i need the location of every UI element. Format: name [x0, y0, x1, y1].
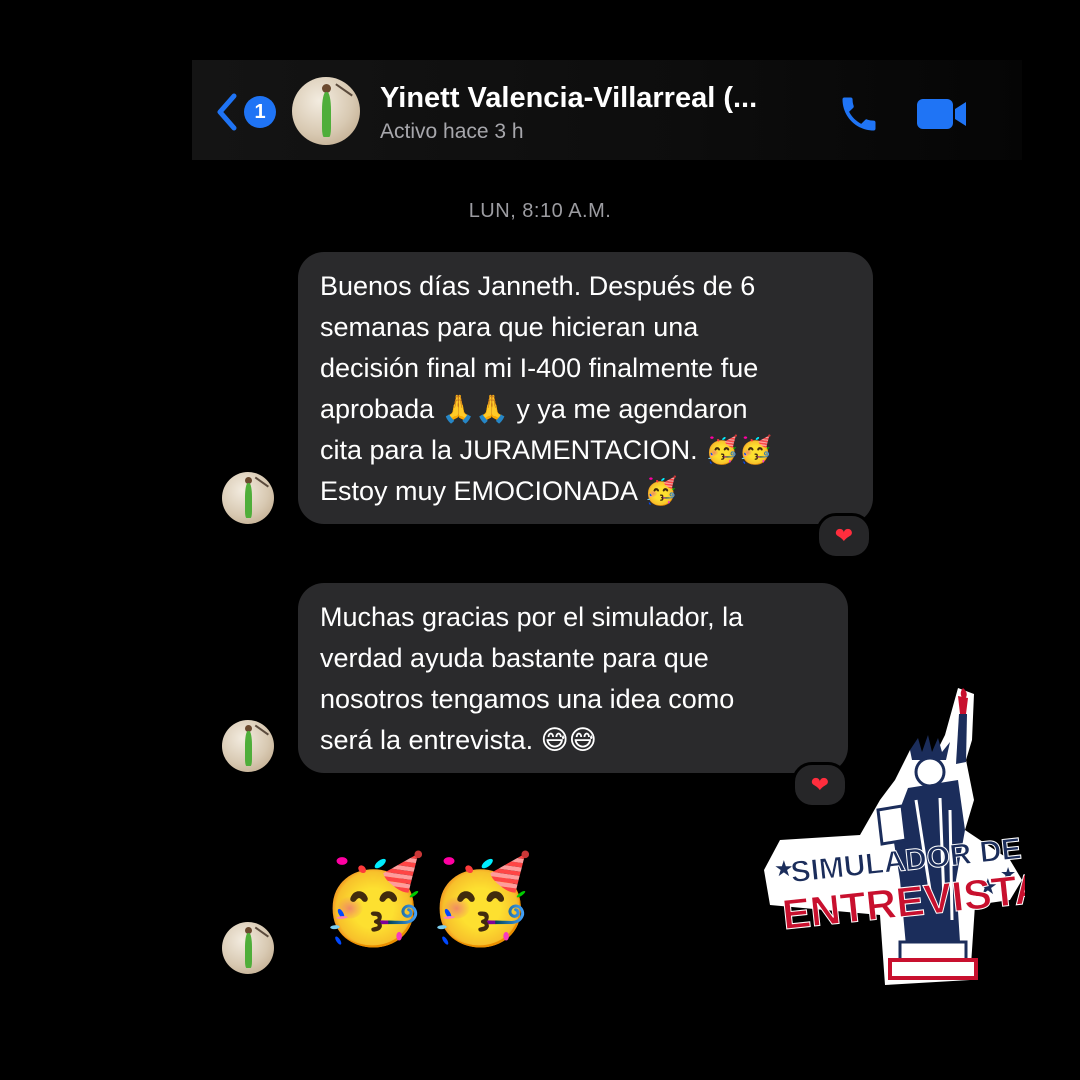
message-line: decisión final mi I-400 finalmente fue	[320, 353, 759, 383]
contact-avatar[interactable]	[292, 77, 360, 145]
unread-badge: 1	[244, 96, 276, 128]
phone-call-button[interactable]	[836, 92, 882, 136]
sender-avatar[interactable]	[222, 720, 274, 772]
heart-reaction[interactable]: ❤	[816, 513, 872, 559]
message-line: cita para la JURAMENTACION. 🥳🥳	[320, 435, 773, 465]
message-line: Muchas gracias por el simulador, la	[320, 602, 744, 632]
message-line: Estoy muy EMOCIONADA 🥳	[320, 476, 678, 506]
message-bubble[interactable]: Buenos días Janneth. Después de 6 semana…	[298, 252, 873, 524]
message-line: será la entrevista. 😅😅	[320, 725, 597, 755]
message-line: nosotros tengamos una idea como	[320, 684, 735, 714]
sender-avatar[interactable]	[222, 922, 274, 974]
message-line: semanas para que hicieran una	[320, 312, 699, 342]
simulador-de-entrevista-sticker: ★ ★ ★ SIMULADOR DE ENTREVISTA	[764, 688, 1025, 985]
message-line: Buenos días Janneth. Después de 6	[320, 271, 756, 301]
contact-status: Activo hace 3 h	[380, 120, 524, 143]
video-call-button[interactable]	[916, 98, 968, 130]
message-line: verdad ayuda bastante para que	[320, 643, 709, 673]
emoji-message[interactable]: 🥳🥳	[320, 850, 534, 950]
video-camera-icon	[917, 99, 966, 129]
message-timestamp: LUN, 8:10 A.M.	[468, 200, 612, 222]
chat-header: 1 Yinett Valencia-Villarreal (... Activo…	[192, 60, 1022, 160]
contact-name[interactable]: Yinett Valencia-Villarreal (...	[380, 82, 757, 115]
phone-icon	[842, 97, 876, 131]
message-line: aprobada 🙏🙏 y ya me agendaron	[320, 394, 748, 424]
chevron-left-icon	[217, 93, 237, 131]
back-button[interactable]: 1	[214, 90, 276, 134]
sender-avatar[interactable]	[222, 472, 274, 524]
